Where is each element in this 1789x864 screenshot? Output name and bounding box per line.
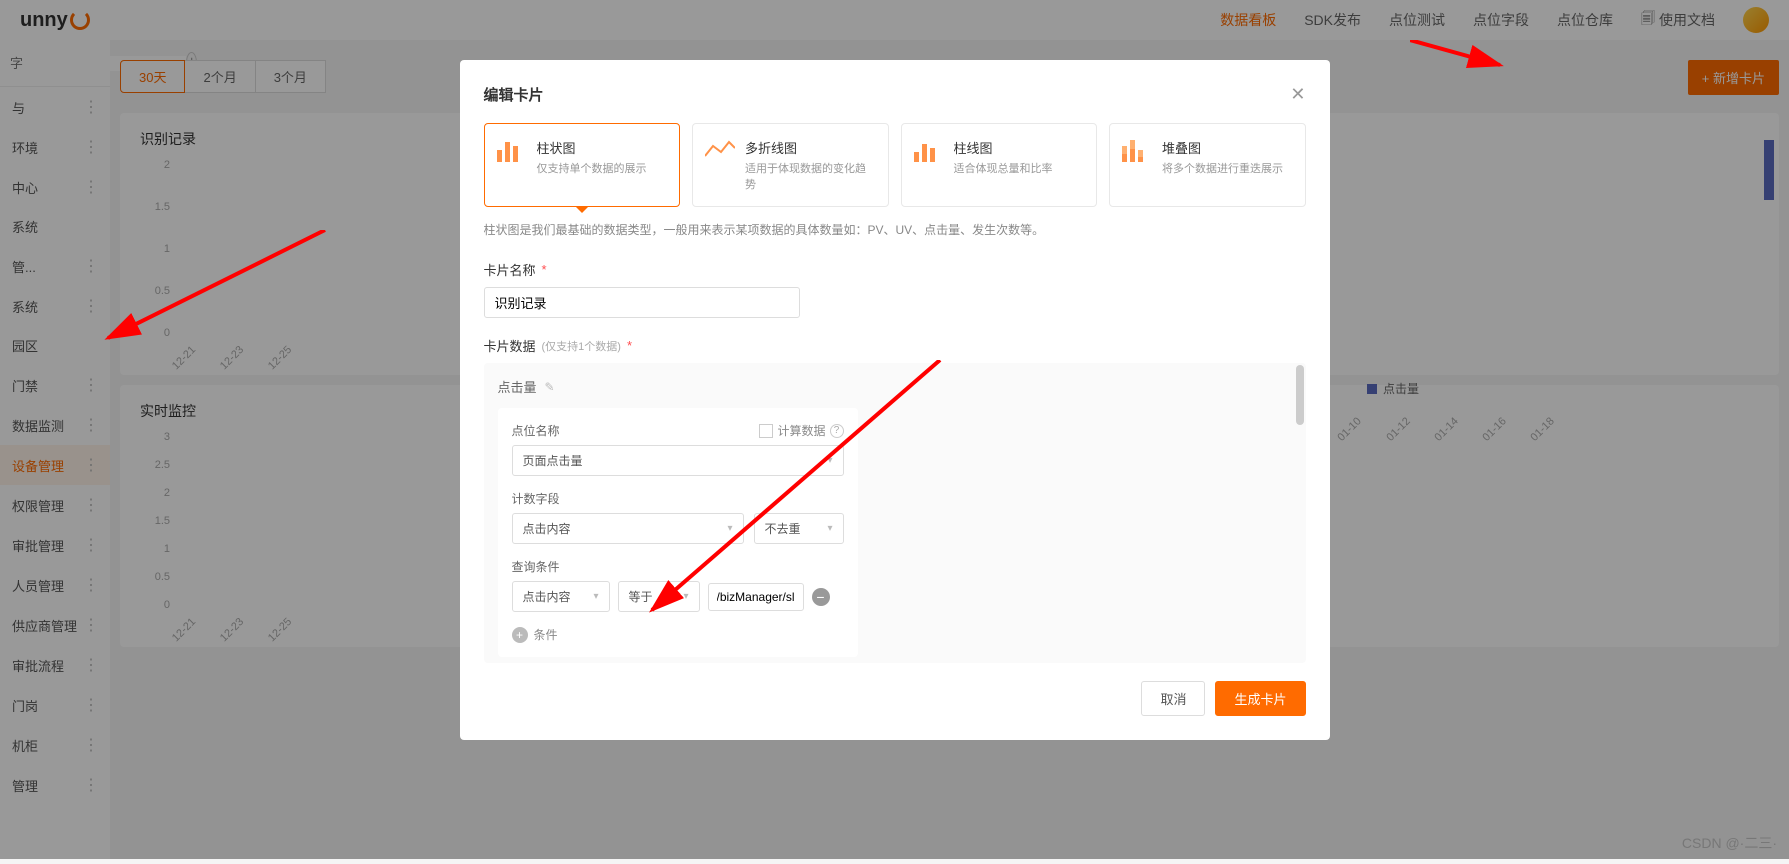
condition-operator-select[interactable]: 等于 ▾ <box>618 581 700 612</box>
label-text: 卡片数据 <box>484 336 536 355</box>
stacked-chart-icon <box>1122 138 1152 162</box>
dedup-select[interactable]: 不去重 ▾ <box>754 513 844 544</box>
scroll-thumb[interactable] <box>1296 365 1304 425</box>
add-condition-label: 条件 <box>534 626 558 643</box>
data-config-card: 点位名称 计算数据 ? 页面点击量 ▾ 计数字段 点击内容 ▾ 不去重 ▾ 查询条件 <box>498 408 858 657</box>
add-condition-button[interactable]: + 条件 <box>512 626 844 643</box>
chart-type-barline[interactable]: 柱线图适合体现总量和比率 <box>901 123 1098 207</box>
chart-type-bar[interactable]: 柱状图仅支持单个数据的展示 <box>484 123 681 207</box>
select-value: 点击内容 <box>523 520 571 537</box>
calc-data-checkbox-row[interactable]: 计算数据 ? <box>759 422 843 439</box>
position-name-select[interactable]: 页面点击量 ▾ <box>512 445 844 476</box>
card-name-label: 卡片名称 * <box>484 260 1306 279</box>
select-value: 不去重 <box>765 520 801 537</box>
card-data-panel: 点击量 ✎ 点位名称 计算数据 ? 页面点击量 ▾ 计数字段 点击内容 ▾ <box>484 363 1306 663</box>
ctype-title: 柱线图 <box>954 138 1085 157</box>
condition-row: 点击内容 ▾ 等于 ▾ − <box>512 581 844 612</box>
barline-chart-icon <box>914 138 944 162</box>
ctype-title: 多折线图 <box>745 138 876 157</box>
position-name-label: 点位名称 计算数据 ? <box>512 422 844 439</box>
chevron-down-icon: ▾ <box>727 523 732 534</box>
query-condition-label: 查询条件 <box>512 558 844 575</box>
remove-condition-icon[interactable]: − <box>812 588 830 606</box>
edit-card-modal: 编辑卡片 ✕ 柱状图仅支持单个数据的展示 多折线图适用于体现数据的变化趋势 柱线… <box>460 60 1330 740</box>
checkbox-icon[interactable] <box>759 424 773 438</box>
select-value: 点击内容 <box>523 588 571 605</box>
count-field-select[interactable]: 点击内容 ▾ <box>512 513 744 544</box>
ctype-desc: 将多个数据进行重迭展示 <box>1162 160 1293 176</box>
ctype-desc: 适合体现总量和比率 <box>954 160 1085 176</box>
modal-footer: 取消 生成卡片 <box>484 681 1306 716</box>
chevron-down-icon: ▾ <box>827 523 832 534</box>
modal-title: 编辑卡片 <box>484 84 544 105</box>
chart-type-stacked[interactable]: 堆叠图将多个数据进行重迭展示 <box>1109 123 1306 207</box>
chart-type-multiline[interactable]: 多折线图适用于体现数据的变化趋势 <box>692 123 889 207</box>
required-icon: * <box>542 262 547 277</box>
close-icon[interactable]: ✕ <box>1290 84 1305 105</box>
line-chart-icon <box>705 138 735 162</box>
chevron-down-icon: ▾ <box>827 455 832 466</box>
edit-icon[interactable]: ✎ <box>545 380 555 394</box>
chart-type-hint: 柱状图是我们最基础的数据类型，一般用来表示某项数据的具体数量如：PV、UV、点击… <box>484 221 1306 240</box>
ctype-desc: 适用于体现数据的变化趋势 <box>745 160 876 192</box>
chart-type-selector: 柱状图仅支持单个数据的展示 多折线图适用于体现数据的变化趋势 柱线图适合体现总量… <box>484 123 1306 207</box>
plus-icon: + <box>512 627 528 643</box>
modal-header: 编辑卡片 ✕ <box>484 84 1306 105</box>
condition-value-input[interactable] <box>708 583 804 611</box>
chevron-down-icon: ▾ <box>593 591 598 602</box>
help-icon[interactable]: ? <box>830 424 844 438</box>
label-text: 查询条件 <box>512 558 560 575</box>
ctype-title: 柱状图 <box>537 138 668 157</box>
ctype-title: 堆叠图 <box>1162 138 1293 157</box>
panel-scrollbar[interactable] <box>1296 365 1304 661</box>
label-text: 卡片名称 <box>484 260 536 279</box>
submit-button[interactable]: 生成卡片 <box>1215 681 1305 716</box>
checkbox-label: 计算数据 <box>777 422 825 439</box>
bar-chart-icon <box>497 138 527 162</box>
ctype-desc: 仅支持单个数据的展示 <box>537 160 668 176</box>
condition-field-select[interactable]: 点击内容 ▾ <box>512 581 610 612</box>
count-field-label: 计数字段 <box>512 490 844 507</box>
data-block-header: 点击量 ✎ <box>498 377 1292 396</box>
required-icon: * <box>627 338 632 353</box>
chevron-down-icon: ▾ <box>683 591 688 602</box>
cancel-button[interactable]: 取消 <box>1141 681 1205 716</box>
label-text: 计数字段 <box>512 490 560 507</box>
select-value: 等于 <box>629 588 653 605</box>
select-value: 页面点击量 <box>523 452 583 469</box>
label-hint: (仅支持1个数据) <box>542 338 621 354</box>
watermark: CSDN @·二三· <box>1682 833 1777 853</box>
data-block-name: 点击量 <box>498 377 537 396</box>
label-text: 点位名称 <box>512 422 560 439</box>
card-data-label: 卡片数据 (仅支持1个数据) * <box>484 336 1306 355</box>
card-name-input[interactable] <box>484 287 800 318</box>
